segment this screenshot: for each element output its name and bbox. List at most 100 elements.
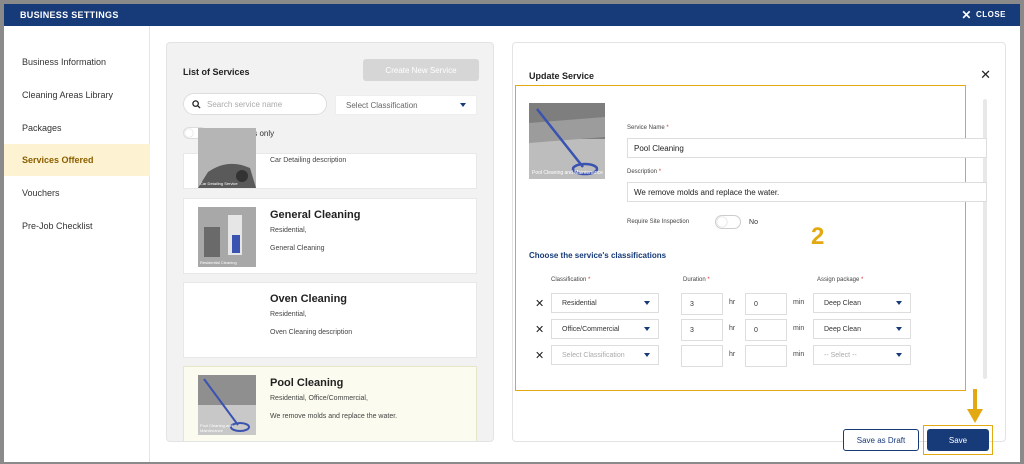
service-image[interactable]: Pool Cleaning and Maintenance — [529, 103, 605, 179]
service-classification: Residential, — [270, 311, 307, 318]
car-detailing-image — [198, 128, 256, 188]
close-button[interactable]: ✕ CLOSE — [961, 7, 1006, 22]
service-card-oven-cleaning[interactable]: Oven Cleaning Residential, Oven Cleaning… — [183, 282, 477, 358]
classification-select[interactable]: Select Classification — [551, 345, 659, 365]
label-text: Service Name — [627, 125, 665, 131]
modal-header: BUSINESS SETTINGS ✕ CLOSE — [4, 4, 1020, 26]
chevron-down-icon — [644, 327, 650, 331]
label-text: Assign package — [817, 277, 860, 283]
step-marker: 2 — [811, 223, 825, 250]
chevron-down-icon — [896, 301, 902, 305]
select-value: Residential — [562, 299, 597, 307]
classification-select[interactable]: Office/Commercial — [551, 319, 659, 339]
sidebar-item-label: Packages — [22, 123, 62, 133]
sidebar-item-label: Vouchers — [22, 188, 60, 198]
site-inspection-toggle[interactable] — [715, 215, 742, 229]
modal-title: BUSINESS SETTINGS — [20, 10, 119, 20]
label-text: Classification — [551, 277, 587, 283]
package-select[interactable]: Deep Clean — [813, 293, 911, 313]
remove-row-icon[interactable]: ✕ — [535, 323, 544, 336]
minutes-unit: min — [793, 351, 805, 358]
site-inspection-value: No — [749, 218, 758, 226]
minutes-input[interactable]: 0 — [745, 319, 787, 341]
sidebar-item-business-information[interactable]: Business Information — [4, 46, 150, 78]
classification-filter-value: Select Classification — [346, 100, 418, 110]
service-classification: Residential, Office/Commercial, — [270, 395, 368, 402]
sidebar-item-label: Services Offered — [22, 155, 94, 165]
close-icon[interactable]: ✕ — [980, 67, 991, 83]
classification-select[interactable]: Residential — [551, 293, 659, 313]
save-button[interactable]: Save — [927, 429, 989, 451]
label-text: Duration — [683, 277, 706, 283]
sidebar-item-services-offered[interactable]: Services Offered — [4, 144, 150, 176]
select-value: Deep Clean — [824, 299, 861, 307]
close-icon: ✕ — [961, 7, 972, 22]
close-label: CLOSE — [975, 10, 1006, 19]
service-description: We remove molds and replace the water. — [270, 413, 398, 420]
service-description: Oven Cleaning description — [270, 329, 353, 336]
select-value: Select Classification — [562, 351, 625, 359]
arrow-down-icon — [967, 389, 983, 423]
service-name-label: Service Name * — [627, 125, 669, 131]
search-icon — [192, 99, 201, 109]
minutes-input[interactable] — [745, 345, 787, 367]
required-marker: * — [707, 277, 710, 283]
sidebar-item-label: Cleaning Areas Library — [22, 90, 114, 100]
description-input[interactable]: We remove molds and replace the water. — [627, 182, 987, 202]
service-name: General Cleaning — [270, 209, 361, 221]
service-card-pool-cleaning[interactable]: Pool Cleaning and Maintenance Pool Clean… — [183, 366, 477, 441]
hours-input[interactable]: 3 — [681, 293, 723, 315]
service-name: Pool Cleaning — [270, 377, 344, 389]
select-value: -- Select -- — [824, 351, 857, 359]
thumbnail-caption: Car Detailing Service — [200, 181, 238, 186]
update-service-title: Update Service — [529, 71, 595, 81]
chevron-down-icon — [896, 327, 902, 331]
sidebar-item-pre-job-checklist[interactable]: Pre-Job Checklist — [4, 210, 150, 242]
sidebar-item-label: Business Information — [22, 57, 107, 67]
chevron-down-icon — [460, 103, 466, 107]
hours-input[interactable]: 3 — [681, 319, 723, 341]
main-content: List of Services Create New Service Sele… — [150, 26, 1020, 462]
service-card-general-cleaning[interactable]: Residential Cleaning General Cleaning Re… — [183, 198, 477, 274]
package-select[interactable]: -- Select -- — [813, 345, 911, 365]
hours-unit: hr — [729, 325, 736, 332]
hours-unit: hr — [729, 299, 736, 306]
duration-column-label: Duration * — [683, 277, 710, 283]
pool-cleaning-image — [529, 103, 605, 179]
thumbnail-caption: Pool Cleaning and Maintenance — [200, 423, 233, 433]
sidebar-item-cleaning-areas-library[interactable]: Cleaning Areas Library — [4, 79, 150, 111]
search-input[interactable] — [207, 99, 317, 109]
sidebar-item-label: Pre-Job Checklist — [22, 221, 93, 231]
classification-row: ✕ Residential 3 hr 0 min Deep Clean — [529, 293, 969, 315]
classification-row: ✕ Office/Commercial 3 hr 0 min Deep Clea… — [529, 319, 969, 341]
chevron-down-icon — [644, 301, 650, 305]
sidebar-item-packages[interactable]: Packages — [4, 112, 150, 144]
service-card-car-detailing[interactable]: Car Detailing Service Car Detailing desc… — [183, 128, 477, 189]
classification-column-label: Classification * — [551, 277, 590, 283]
remove-row-icon[interactable]: ✕ — [535, 297, 544, 310]
thumbnail-caption: Residential Cleaning — [200, 260, 237, 265]
thumbnail-caption: Pool Cleaning and Maintenance — [532, 170, 603, 176]
remove-row-icon[interactable]: ✕ — [535, 349, 544, 362]
services-list-title: List of Services — [183, 67, 250, 77]
package-select[interactable]: Deep Clean — [813, 319, 911, 339]
select-value: Office/Commercial — [562, 325, 620, 333]
classification-filter-select[interactable]: Select Classification — [335, 95, 477, 115]
service-classification: Residential, — [270, 227, 307, 234]
select-value: Deep Clean — [824, 325, 861, 333]
service-name-input[interactable]: Pool Cleaning — [627, 138, 987, 158]
service-thumbnail: Pool Cleaning and Maintenance — [198, 375, 256, 435]
services-list-panel: List of Services Create New Service Sele… — [166, 42, 494, 442]
save-as-draft-button[interactable]: Save as Draft — [843, 429, 919, 451]
classifications-title: Choose the service's classifications — [529, 251, 667, 260]
label-text: Description — [627, 169, 658, 175]
service-name: Oven Cleaning — [270, 293, 348, 305]
description-label: Description * — [627, 169, 661, 175]
hours-unit: hr — [729, 351, 736, 358]
create-new-service-button[interactable]: Create New Service — [363, 59, 479, 81]
sidebar-item-vouchers[interactable]: Vouchers — [4, 177, 150, 209]
hours-input[interactable] — [681, 345, 723, 367]
minutes-input[interactable]: 0 — [745, 293, 787, 315]
service-thumbnail: Car Detailing Service — [198, 128, 256, 188]
service-description: General Cleaning — [270, 245, 325, 252]
